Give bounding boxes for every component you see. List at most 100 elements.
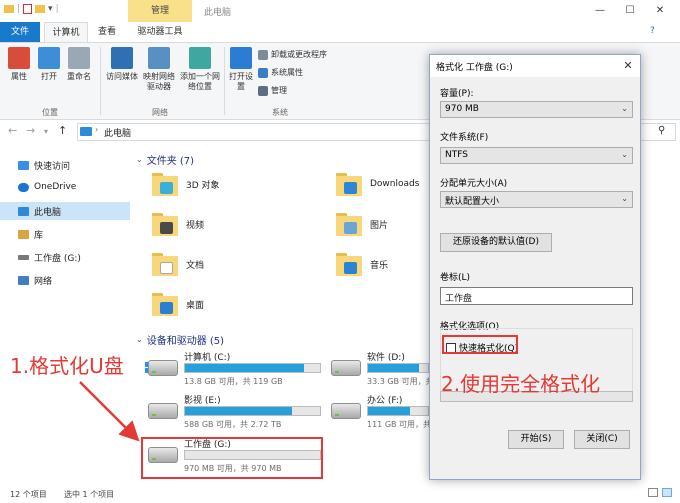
pictures-icon: [336, 212, 362, 236]
manage-label: 管理: [271, 86, 287, 95]
help-icon[interactable]: ?: [650, 26, 655, 36]
map-drive-button[interactable]: 映射网络驱动器: [140, 47, 178, 92]
drive-name: 影视 (E:): [184, 396, 221, 406]
minimize-icon[interactable]: —: [590, 3, 610, 19]
tiles-view-icon[interactable]: [662, 488, 672, 497]
close-icon[interactable]: ✕: [650, 3, 670, 19]
system-properties-icon: [258, 67, 268, 78]
drive-usage-bar: [184, 363, 321, 373]
separator: |: [17, 4, 21, 14]
window-title: 此电脑: [204, 8, 232, 18]
nav-label: 网络: [34, 276, 53, 287]
volume-label: 卷标(L): [440, 273, 471, 283]
allocation-select[interactable]: 默认配置大小 ⌄: [440, 191, 633, 208]
drive-usage-bar: [367, 406, 429, 416]
folder-icon[interactable]: [4, 5, 14, 13]
capacity-select[interactable]: 970 MB ⌄: [440, 101, 633, 118]
close-button[interactable]: 关闭(C): [574, 430, 630, 449]
folder-name: 视频: [186, 220, 205, 231]
folder-item[interactable]: 桌面: [152, 292, 204, 316]
uninstall-button[interactable]: 卸载或更改程序: [258, 49, 327, 60]
dropdown-icon[interactable]: ▾: [48, 4, 53, 14]
annotation-arrow: [79, 381, 140, 442]
folder-item[interactable]: 文档: [152, 252, 204, 276]
drives-header[interactable]: ⌄ 设备和驱动器 (5): [136, 332, 224, 347]
breadcrumb[interactable]: 此电脑: [104, 126, 131, 139]
add-network-location-button[interactable]: 添加一个网络位置: [180, 47, 220, 92]
nav-item-work-drive[interactable]: 工作盘 (G:): [0, 248, 130, 266]
highlight-quick-format: [442, 335, 518, 354]
chevron-down-icon: ⌄: [621, 194, 628, 203]
hard-drive-icon: [148, 403, 178, 419]
hard-drive-icon: [331, 360, 361, 376]
library-icon: [18, 229, 29, 239]
manage-button[interactable]: 管理: [258, 85, 287, 96]
drive-item-f[interactable]: 办公 (F:) 111 GB 可用，共 ...: [327, 393, 441, 433]
nav-item-quick-access[interactable]: 快速访问: [0, 156, 130, 174]
tab-view[interactable]: 查看: [92, 22, 122, 42]
chevron-down-icon: ⌄: [621, 150, 628, 159]
media-button[interactable]: 访问媒体: [104, 47, 140, 82]
start-button[interactable]: 开始(S): [508, 430, 564, 449]
videos-icon: [152, 212, 178, 236]
restore-defaults-button[interactable]: 还原设备的默认值(D): [440, 233, 552, 252]
properties-icon: [8, 47, 30, 69]
add-network-location-label: 添加一个网络位置: [180, 72, 220, 91]
drive-usage-bar: [367, 363, 429, 373]
drive-size: 13.8 GB 可用，共 119 GB: [184, 377, 283, 386]
open-icon: [38, 47, 60, 69]
nav-item-libraries[interactable]: 库: [0, 225, 130, 243]
nav-item-onedrive[interactable]: OneDrive: [0, 178, 130, 196]
network-icon: [18, 275, 29, 285]
filesystem-select[interactable]: NTFS ⌄: [440, 147, 633, 164]
folder-name: 3D 对象: [186, 180, 220, 191]
star-icon: [18, 160, 29, 170]
folder-item[interactable]: 音乐: [336, 252, 388, 276]
open-label: 打开: [41, 72, 57, 81]
new-folder-icon[interactable]: [35, 5, 46, 13]
folder-item[interactable]: Downloads: [336, 172, 419, 196]
folder-item[interactable]: 3D 对象: [152, 172, 220, 196]
chevron-down-icon: ⌄: [621, 104, 628, 113]
annotation-step1: 1.格式化U盘: [10, 354, 124, 378]
nav-item-network[interactable]: 网络: [0, 271, 130, 289]
tab-drive-tools[interactable]: 驱动器工具: [128, 22, 192, 42]
open-settings-button[interactable]: 打开设置: [228, 47, 254, 92]
drive-item-c[interactable]: 计算机 (C:) 13.8 GB 可用，共 119 GB: [144, 350, 344, 390]
tab-computer[interactable]: 计算机: [44, 22, 88, 42]
folder-item[interactable]: 视频: [152, 212, 204, 236]
close-icon[interactable]: ✕: [620, 58, 636, 74]
map-drive-label: 映射网络驱动器: [143, 72, 175, 91]
folder-item[interactable]: 图片: [336, 212, 388, 236]
details-view-icon[interactable]: [648, 488, 658, 497]
selection-count: 选中 1 个项目: [64, 490, 115, 499]
separator: [100, 47, 101, 115]
maximize-icon[interactable]: ☐: [620, 3, 640, 19]
drive-name: 软件 (D:): [367, 353, 405, 363]
item-count: 12 个项目: [10, 490, 47, 499]
drive-item-d[interactable]: 软件 (D:) 33.3 GB 可用，共 ...: [327, 350, 444, 390]
back-icon[interactable]: ←: [8, 124, 17, 137]
capacity-value: 970 MB: [445, 104, 479, 114]
folders-header[interactable]: ⌄ 文件夹 (7): [136, 152, 194, 167]
properties-icon[interactable]: [23, 4, 33, 14]
map-drive-icon: [148, 47, 170, 69]
filesystem-value: NTFS: [445, 150, 468, 160]
tab-file[interactable]: 文件: [0, 22, 40, 42]
forward-icon[interactable]: →: [26, 124, 35, 137]
search-icon[interactable]: ⚲: [658, 125, 665, 136]
context-tab-manage[interactable]: 管理: [128, 0, 192, 22]
usb-drive-icon: [18, 254, 29, 260]
properties-button[interactable]: 属性: [4, 47, 34, 82]
nav-item-this-pc[interactable]: 此电脑: [0, 202, 130, 220]
drive-item-e[interactable]: 影视 (E:) 588 GB 可用，共 2.72 TB: [144, 393, 344, 433]
volume-label-input[interactable]: 工作盘: [440, 287, 633, 305]
filesystem-label: 文件系统(F): [440, 133, 489, 143]
recent-dropdown-icon[interactable]: ▾: [44, 127, 48, 136]
open-button[interactable]: 打开: [34, 47, 64, 82]
up-icon[interactable]: ↑: [58, 124, 67, 137]
nav-label: 快速访问: [34, 161, 71, 172]
system-properties-button[interactable]: 系统属性: [258, 67, 303, 78]
rename-button[interactable]: 重命名: [64, 47, 94, 82]
drive-usage-bar: [184, 406, 321, 416]
